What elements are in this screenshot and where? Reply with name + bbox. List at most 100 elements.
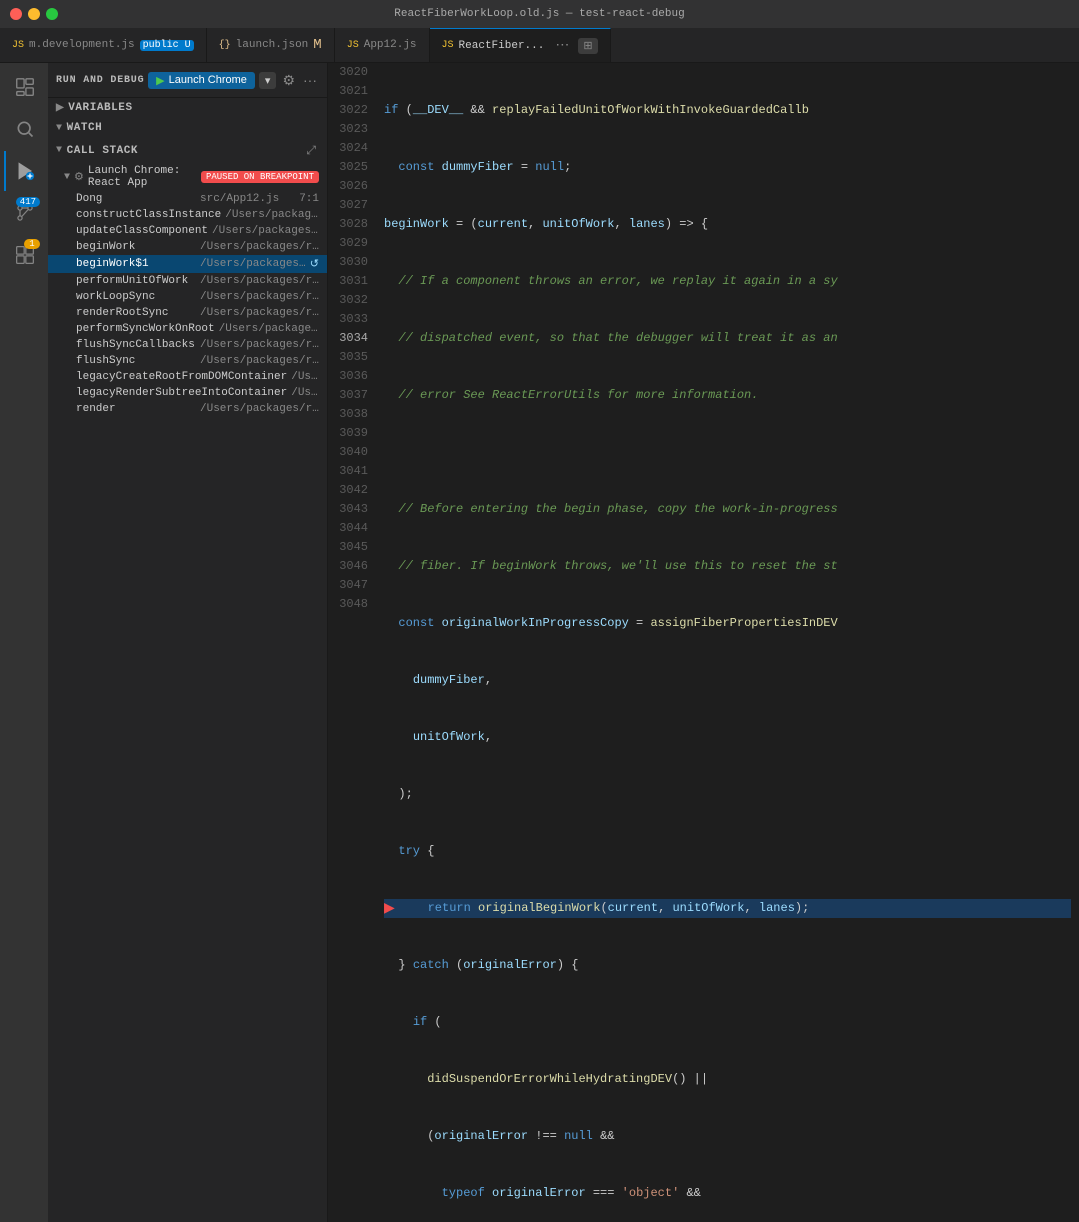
frame-path: /Users/packages/react-reconciler/src/Rea… — [200, 241, 319, 253]
window-title: ReactFiberWorkLoop.old.js — test-react-d… — [394, 8, 684, 20]
tab-label: launch.json — [236, 39, 309, 51]
debug-more-button[interactable]: ··· — [301, 70, 319, 90]
source-control-badge: 417 — [16, 197, 40, 207]
line-numbers: 3020 3021 3022 3023 3024 3025 3026 3027 … — [328, 63, 376, 1222]
cs-frame-render[interactable]: render /Users/packages/react-dom/src/cli… — [48, 401, 327, 417]
tab-m-development[interactable]: JS m.development.js public U — [0, 28, 207, 62]
variables-section: ▶ VARIABLES — [48, 98, 327, 118]
frame-name: legacyCreateRootFromDOMContainer — [76, 371, 287, 383]
title-bar: ReactFiberWorkLoop.old.js — test-react-d… — [0, 0, 1079, 28]
frame-path: /Users/packages/react-reconciler/src/... — [200, 275, 319, 287]
restart-frame-icon[interactable]: ↺ — [310, 257, 319, 271]
cs-frame-workloop[interactable]: workLoopSync /Users/packages/react-recon… — [48, 289, 327, 305]
tab-badge: public U — [140, 40, 194, 51]
source-control-icon[interactable]: 417 — [4, 193, 44, 233]
cs-frame-renderroot[interactable]: renderRootSync /Users/packages/react-rec… — [48, 305, 327, 321]
search-icon[interactable] — [4, 109, 44, 149]
frame-path: /Users/packages/react-reconciler/src/Rea… — [200, 307, 319, 319]
cs-frame-flushsync[interactable]: flushSync /Users/packages/react-reconcil… — [48, 353, 327, 369]
code-line-3020: if (__DEV__ && replayFailedUnitOfWorkWit… — [384, 101, 1071, 120]
code-line-3038: (originalError !== null && — [384, 1127, 1071, 1146]
variables-title: VARIABLES — [68, 102, 132, 114]
close-button[interactable] — [10, 8, 22, 20]
frame-name: performSyncWorkOnRoot — [76, 323, 215, 335]
frame-path: /Users/packages/react-reconciler/src/Rea… — [200, 258, 306, 270]
watch-header[interactable]: ▼ WATCH — [48, 118, 327, 138]
code-line-3030: dummyFiber, — [384, 671, 1071, 690]
code-line-3034: ▶ return originalBeginWork(current, unit… — [384, 899, 1071, 918]
debug-settings-button[interactable]: ⚙ — [280, 70, 297, 91]
variables-header[interactable]: ▶ VARIABLES — [48, 98, 327, 118]
code-line-3035: } catch (originalError) { — [384, 956, 1071, 975]
frame-path: /Users/packages/react-reconcile... — [225, 209, 319, 221]
maximize-button[interactable] — [46, 8, 58, 20]
launch-chrome-label: Launch Chrome — [169, 74, 247, 86]
frame-name: renderRootSync — [76, 307, 196, 319]
call-stack-header-left: ▼ CALL STACK — [56, 145, 138, 157]
tab-app12[interactable]: JS App12.js — [335, 28, 430, 62]
frame-path: /Users/packages/react-reconciler/s... — [212, 225, 319, 237]
run-debug-controls: ▶ Launch Chrome ▾ ⚙ ··· — [148, 70, 319, 91]
js-icon: JS — [12, 40, 24, 51]
code-line-3039: typeof originalError === 'object' && — [384, 1184, 1071, 1203]
run-debug-title: RUN AND DEBUG — [56, 75, 144, 86]
frame-name: constructClassInstance — [76, 209, 221, 221]
code-line-3037: didSuspendOrErrorWhileHydratingDEV() || — [384, 1070, 1071, 1089]
frame-name: beginWork — [76, 241, 196, 253]
minimize-button[interactable] — [28, 8, 40, 20]
cs-frame-beginwork[interactable]: beginWork /Users/packages/react-reconcil… — [48, 239, 327, 255]
tab-scroll-right: ⋯ — [555, 37, 569, 54]
call-stack-list: ▼ ⚙ Launch Chrome: React App PAUSED ON B… — [48, 163, 327, 1222]
cs-frame-construct[interactable]: constructClassInstance /Users/packages/r… — [48, 207, 327, 223]
code-line-3023: // If a component throws an error, we re… — [384, 272, 1071, 291]
extensions-icon[interactable]: 1 — [4, 235, 44, 275]
frame-name: render — [76, 403, 196, 415]
split-editor-btn[interactable]: ⊞ — [578, 38, 597, 54]
cs-frame-dong[interactable]: Dong src/App12.js 7:1 — [48, 191, 327, 207]
thread-icon: ⚙ — [74, 170, 84, 184]
debug-run-icon[interactable] — [4, 151, 44, 191]
call-stack-expand-button[interactable]: ⤢ — [303, 142, 319, 159]
frame-name: updateClassComponent — [76, 225, 208, 237]
debug-thread[interactable]: ▼ ⚙ Launch Chrome: React App PAUSED ON B… — [48, 163, 327, 191]
thread-arrow: ▼ — [64, 172, 70, 183]
cs-frame-update[interactable]: updateClassComponent /Users/packages/rea… — [48, 223, 327, 239]
frame-name: beginWork$1 — [76, 258, 196, 270]
code-area[interactable]: 3020 3021 3022 3023 3024 3025 3026 3027 … — [328, 63, 1079, 1222]
tab-reactfiber[interactable]: JS ReactFiber... ⋯ ⊞ — [430, 28, 611, 62]
explorer-icon[interactable] — [4, 67, 44, 107]
launch-chrome-button[interactable]: ▶ Launch Chrome — [148, 72, 255, 89]
frame-path: src/App12.js — [200, 193, 295, 205]
call-stack-header[interactable]: ▼ CALL STACK ⤢ — [48, 138, 327, 163]
variables-arrow: ▶ — [56, 102, 64, 114]
frame-name: Dong — [76, 193, 196, 205]
paused-badge: PAUSED ON BREAKPOINT — [201, 171, 319, 183]
tab-modified: M — [313, 38, 321, 52]
cs-frame-legacy-render[interactable]: legacyRenderSubtreeIntoContainer /Users/… — [48, 385, 327, 401]
launch-config-dropdown[interactable]: ▾ — [259, 72, 277, 89]
code-line-3029: const originalWorkInProgressCopy = assig… — [384, 614, 1071, 633]
cs-frame-beginwork1[interactable]: beginWork$1 /Users/packages/react-reconc… — [48, 255, 327, 273]
code-line-3032: ); — [384, 785, 1071, 804]
json-icon: {} — [219, 40, 231, 51]
js-icon: JS — [347, 40, 359, 51]
watch-arrow: ▼ — [56, 123, 63, 134]
frame-name: flushSync — [76, 355, 196, 367]
cs-frame-performsync[interactable]: performSyncWorkOnRoot /Users/packages/re… — [48, 321, 327, 337]
call-stack-title: CALL STACK — [67, 145, 139, 157]
frame-path: /Users/packages/react-dom/src/client/Rea… — [200, 403, 319, 415]
code-line-3031: unitOfWork, — [384, 728, 1071, 747]
frame-line: 7:1 — [299, 193, 319, 205]
code-line-3036: if ( — [384, 1013, 1071, 1032]
cs-frame-flushsync-callbacks[interactable]: flushSyncCallbacks /Users/packages/react… — [48, 337, 327, 353]
tab-launch-json[interactable]: {} launch.json M — [207, 28, 335, 62]
code-content: if (__DEV__ && replayFailedUnitOfWorkWit… — [376, 63, 1079, 1222]
cs-frame-legacy-create[interactable]: legacyCreateRootFromDOMContainer /Users/… — [48, 369, 327, 385]
sidebar: RUN AND DEBUG ▶ Launch Chrome ▾ ⚙ ··· ▶ … — [48, 63, 328, 1222]
frame-path: /Users/packages/react-reconciler/src/Rea… — [200, 355, 319, 367]
frame-path: /Users/packages/react-reconciler/... — [219, 323, 319, 335]
play-icon: ▶ — [156, 74, 164, 87]
thread-name: Launch Chrome: React App — [88, 165, 197, 189]
cs-frame-perform-unit[interactable]: performUnitOfWork /Users/packages/react-… — [48, 273, 327, 289]
frame-path: /Users/packages/react-reconciler/src/Rea… — [200, 291, 319, 303]
